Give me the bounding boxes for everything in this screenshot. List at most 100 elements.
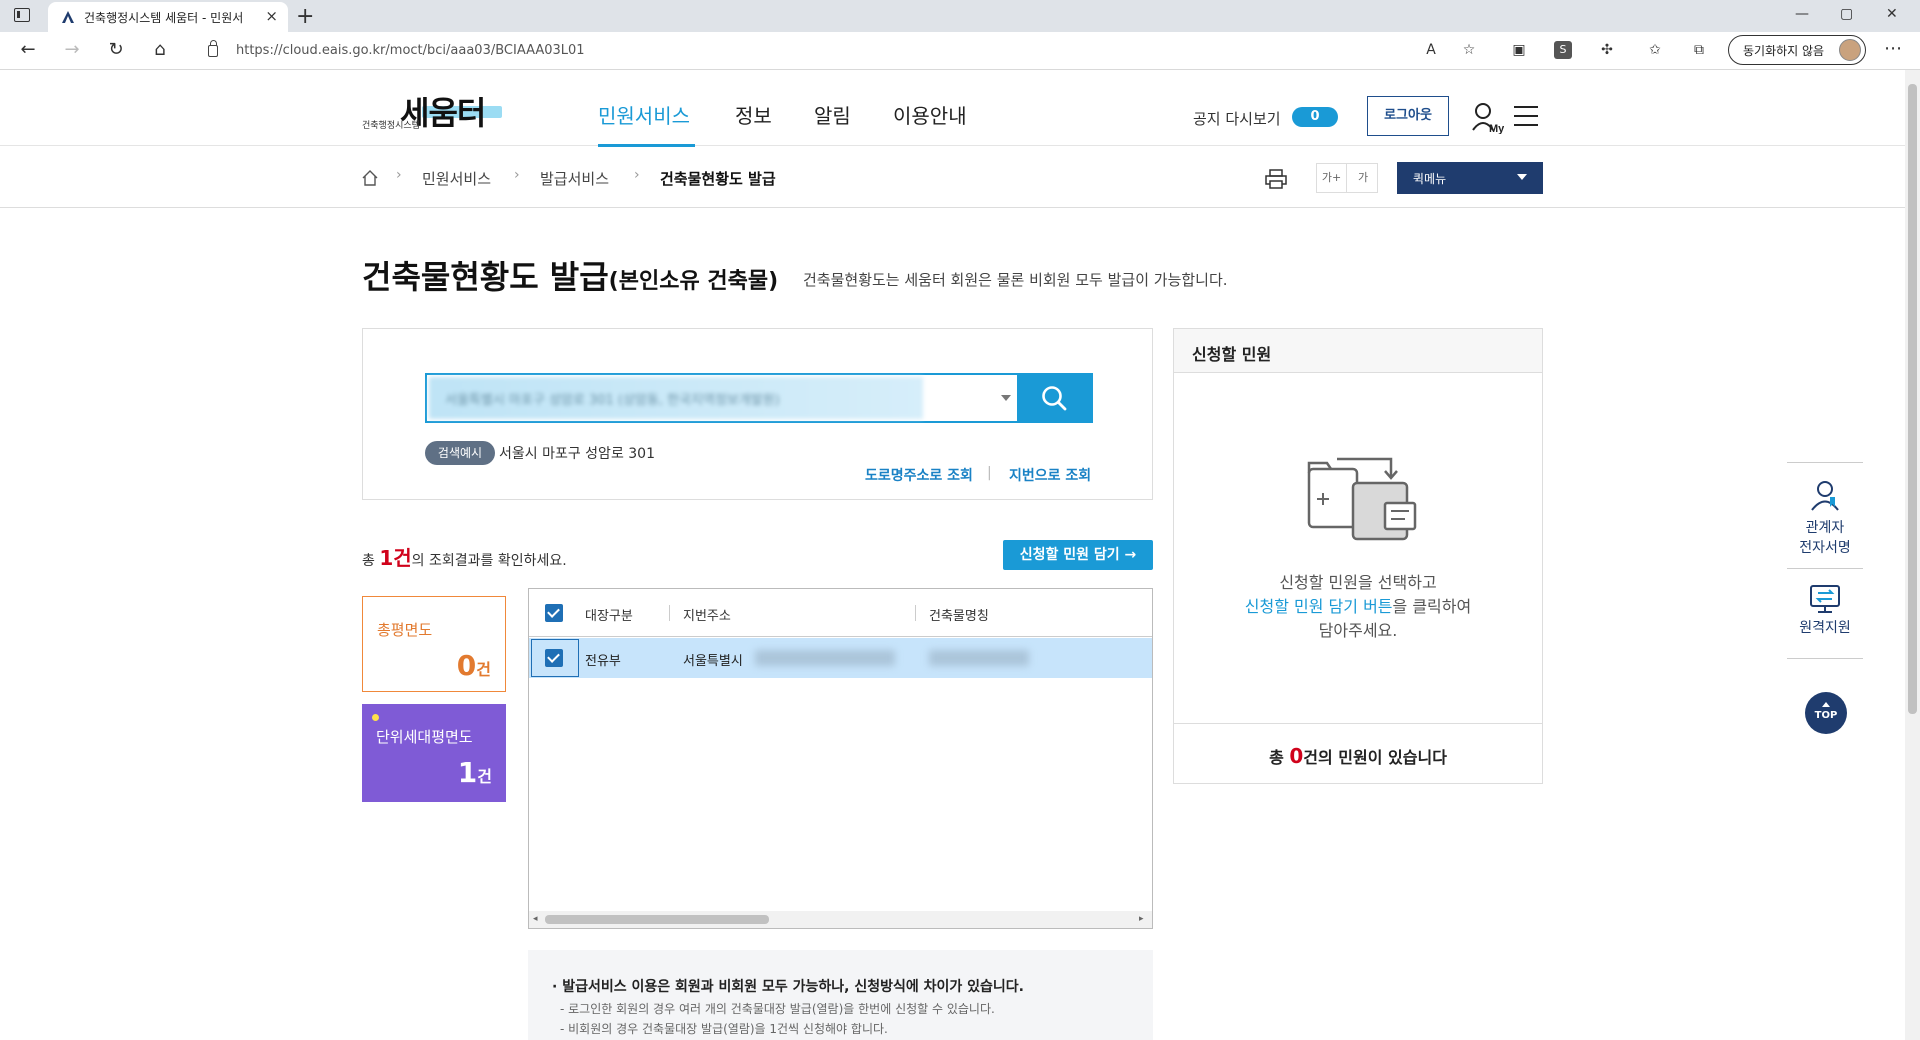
side-item-remote-support[interactable]: 원격지원 <box>1787 568 1863 648</box>
menu-icon[interactable] <box>1514 106 1538 126</box>
breadcrumb-civil-service[interactable]: 민원서비스 <box>422 168 491 189</box>
column-header-type: 대장구분 <box>585 609 633 624</box>
more-icon[interactable]: ⋯ <box>1884 38 1902 59</box>
extensions-puzzle-icon[interactable]: ✣ <box>1598 41 1616 59</box>
collections-icon[interactable]: ⧉ <box>1690 41 1708 59</box>
page-scroll-thumb[interactable] <box>1908 84 1917 714</box>
nav-info[interactable]: 정보 <box>735 100 772 129</box>
apply-list-footer: 총 0건의 민원이 있습니다 <box>1174 723 1542 783</box>
service-notice: · 발급서비스 이용은 회원과 비회원 모두 가능하나, 신청방식에 차이가 있… <box>528 950 1153 1040</box>
road-address-search-link[interactable]: 도로명주소로 조회 <box>865 465 973 485</box>
scroll-left-icon[interactable]: ◂ <box>533 914 538 924</box>
scroll-top-button[interactable]: TOP <box>1805 692 1847 734</box>
column-header-address: 지번주소 <box>683 609 731 624</box>
add-civil-request-button[interactable]: 신청할 민원 담기 → <box>1003 540 1153 570</box>
chevron-down-icon <box>1517 174 1527 180</box>
search-icon <box>1042 386 1067 411</box>
site-header: 세움터 건축행정시스템 민원서비스 정보 알림 이용안내 공지 다시보기 0 로… <box>0 70 1905 147</box>
result-summary: 총 1건의 조회결과를 확인하세요. <box>362 542 567 571</box>
profile-label: 동기화하지 않음 <box>1743 44 1825 58</box>
result-summary-prefix: 총 <box>362 553 380 569</box>
apply-total-text: 총 0건의 민원이 있습니다 <box>1269 744 1447 768</box>
favorites-icon[interactable]: ✩ <box>1646 41 1664 59</box>
site-logo[interactable]: 세움터 건축행정시스템 <box>362 88 502 132</box>
apply-empty-message: 신청할 민원을 선택하고 <box>1279 573 1437 592</box>
breadcrumb-current: 건축물현황도 발급 <box>660 170 776 188</box>
lock-icon <box>208 40 218 57</box>
apply-empty-message: 신청할 민원 담기 버튼을 클릭하여 <box>1244 597 1472 616</box>
row-checkbox[interactable] <box>545 649 563 667</box>
apply-list-panel: 신청할 민원 신청할 민원을 선택하고 신청할 민원 담기 버튼을 클릭하여 담… <box>1173 328 1543 784</box>
horizontal-scrollbar[interactable]: ◂ ▸ <box>529 911 1152 928</box>
my-page-icon[interactable]: My <box>1472 102 1504 134</box>
refresh-icon[interactable]: ↻ <box>104 38 128 62</box>
column-divider <box>669 605 670 621</box>
column-divider <box>915 605 916 621</box>
breadcrumb: › 민원서비스 › 발급서비스 › 건축물현황도 발급 가+ 가 퀵메뉴 <box>0 147 1905 208</box>
search-button[interactable] <box>1017 373 1093 423</box>
nav-civil-service[interactable]: 민원서비스 <box>598 100 690 129</box>
notice-replay-label[interactable]: 공지 다시보기 <box>1193 108 1281 129</box>
profile-button[interactable]: 동기화하지 않음 <box>1728 35 1866 65</box>
read-aloud-icon[interactable]: A <box>1422 41 1440 59</box>
row-building-name-redacted <box>929 650 1029 666</box>
row-address: 서울특별시 <box>683 654 743 669</box>
scroll-top-label: TOP <box>1814 710 1838 721</box>
unit-floorplan-label: 단위세대평면도 <box>376 728 473 746</box>
scroll-right-icon[interactable]: ▸ <box>1139 914 1144 924</box>
font-decrease-button[interactable]: 가 <box>1348 164 1378 192</box>
font-increase-button[interactable]: 가+ <box>1317 164 1347 192</box>
chevron-down-icon[interactable] <box>1001 395 1011 401</box>
forward-icon[interactable]: → <box>60 38 84 62</box>
home-browser-icon[interactable]: ⌂ <box>148 38 172 62</box>
side-item-e-signature[interactable]: 관계자 전자서명 <box>1787 462 1863 562</box>
browser-tab[interactable]: 건축행정시스템 세움터 - 민원서 × <box>48 2 288 32</box>
tab-actions-icon[interactable] <box>14 8 30 22</box>
nav-notice[interactable]: 알림 <box>814 100 851 129</box>
browser-toolbar: ← → ↻ ⌂ https://cloud.eais.go.kr/moct/bc… <box>0 32 1920 70</box>
jibun-search-link[interactable]: 지번으로 조회 <box>1009 465 1091 485</box>
result-table: 대장구분 지번주소 건축물명칭 전유부 서울특별시 ◂ ▸ <box>528 588 1153 929</box>
logout-button[interactable]: 로그아웃 <box>1367 96 1449 136</box>
page-description: 건축물현황도는 세움터 회원은 물론 비회원 모두 발급이 가능합니다. <box>803 271 1228 289</box>
chevron-right-icon: › <box>514 167 520 183</box>
extension-icon[interactable]: ▣ <box>1510 41 1528 59</box>
address-search-input[interactable]: 서울특별시 마포구 성암로 301 (상암동, 한국지역정보개발원) <box>425 373 1023 423</box>
service-notice-line: - 로그인한 회원의 경우 여러 개의 건축물대장 발급(열람)을 한번에 신청… <box>560 1002 995 1016</box>
new-tab-button[interactable]: + <box>296 4 314 29</box>
minimize-button[interactable]: — <box>1795 6 1809 22</box>
print-icon[interactable] <box>1265 169 1287 189</box>
font-size-controls: 가+ 가 <box>1316 163 1378 193</box>
logo-subtext: 건축행정시스템 <box>362 121 420 131</box>
page: 세움터 건축행정시스템 민원서비스 정보 알림 이용안내 공지 다시보기 0 로… <box>0 70 1905 1040</box>
breadcrumb-issue-service[interactable]: 발급서비스 <box>540 168 609 189</box>
back-icon[interactable]: ← <box>16 38 40 62</box>
unit-floorplan-card[interactable]: 단위세대평면도 1건 <box>362 704 506 802</box>
chevron-right-icon: › <box>634 167 640 183</box>
column-header-building-name: 건축물명칭 <box>929 609 989 624</box>
favorite-add-icon[interactable]: ☆ <box>1460 41 1478 59</box>
page-title-sub: (본인소유 건축물) <box>608 269 779 294</box>
row-type: 전유부 <box>585 654 621 669</box>
horizontal-scroll-thumb[interactable] <box>545 915 769 924</box>
total-floorplan-card[interactable]: 총평면도 0건 <box>362 596 506 692</box>
table-row[interactable]: 전유부 서울특별시 <box>529 638 1152 678</box>
unit-floorplan-count: 1건 <box>457 756 492 789</box>
folder-transfer-icon <box>1307 457 1417 541</box>
restore-button[interactable]: ▢ <box>1840 6 1853 22</box>
result-summary-suffix: 의 조회결과를 확인하세요. <box>411 553 567 569</box>
home-icon[interactable] <box>362 170 378 186</box>
address-bar[interactable]: https://cloud.eais.go.kr/moct/bci/aaa03/… <box>190 36 1490 66</box>
nav-guide[interactable]: 이용안내 <box>893 100 967 129</box>
tab-close-icon[interactable]: × <box>265 7 278 25</box>
side-label-e-signature-2: 전자서명 <box>1799 540 1851 556</box>
select-all-checkbox[interactable] <box>545 604 563 622</box>
page-scrollbar[interactable] <box>1905 70 1920 1040</box>
close-window-button[interactable]: ✕ <box>1886 6 1898 22</box>
notice-count-badge[interactable]: 0 <box>1292 107 1338 127</box>
url-text: https://cloud.eais.go.kr/moct/bci/aaa03/… <box>236 43 585 58</box>
extension-s-icon[interactable]: S <box>1554 41 1572 59</box>
chevron-right-icon: › <box>396 167 402 183</box>
search-input-value: 서울특별시 마포구 성암로 301 (상암동, 한국지역정보개발원) <box>429 377 923 419</box>
quick-menu-select[interactable]: 퀵메뉴 <box>1397 162 1543 194</box>
